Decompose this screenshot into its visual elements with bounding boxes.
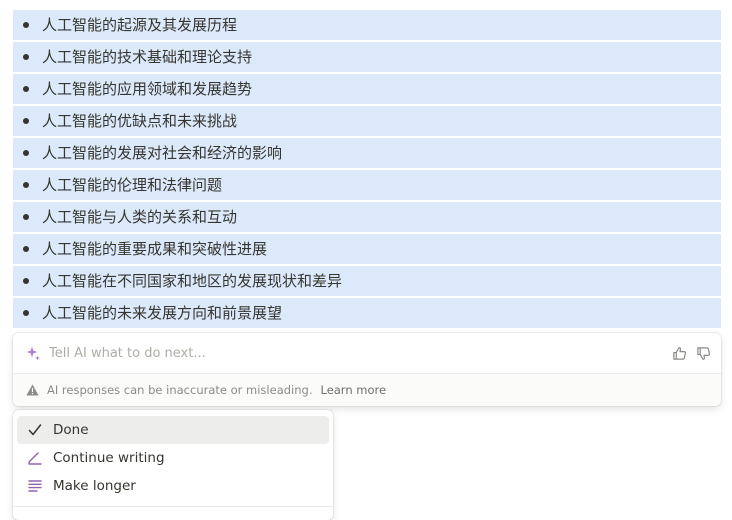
sparkle-icon: [25, 345, 41, 361]
bullet-icon: [23, 54, 29, 60]
learn-more-link[interactable]: Learn more: [320, 383, 386, 397]
ai-disclaimer-text: AI responses can be inaccurate or mislea…: [47, 383, 313, 397]
menu-item-label: Done: [53, 422, 89, 438]
list-item[interactable]: 人工智能的应用领域和发展趋势: [13, 74, 721, 104]
list-item[interactable]: 人工智能与人类的关系和互动: [13, 202, 721, 232]
bullet-list: 人工智能的起源及其发展历程 人工智能的技术基础和理论支持 人工智能的应用领域和发…: [13, 10, 721, 330]
bullet-icon: [23, 246, 29, 252]
list-item-text: 人工智能的重要成果和突破性进展: [42, 240, 268, 258]
bullet-icon: [23, 150, 29, 156]
thumbs-up-icon[interactable]: [671, 345, 687, 361]
ai-prompt-input[interactable]: [49, 345, 671, 361]
ai-actions-menu: Done Continue writing Make longer: [13, 410, 333, 520]
list-item[interactable]: 人工智能的重要成果和突破性进展: [13, 234, 721, 264]
list-item[interactable]: 人工智能的技术基础和理论支持: [13, 42, 721, 72]
list-item[interactable]: 人工智能的优缺点和未来挑战: [13, 106, 721, 136]
warning-icon: [26, 384, 39, 396]
list-item-text: 人工智能与人类的关系和互动: [42, 208, 238, 226]
bullet-icon: [23, 278, 29, 284]
menu-item-done[interactable]: Done: [17, 416, 329, 444]
bullet-icon: [23, 118, 29, 124]
ai-input-row: [13, 333, 721, 373]
list-item-text: 人工智能的发展对社会和经济的影响: [42, 144, 283, 162]
bullet-icon: [23, 310, 29, 316]
list-item-text: 人工智能的起源及其发展历程: [42, 16, 238, 34]
ai-prompt-panel: AI responses can be inaccurate or mislea…: [13, 333, 721, 406]
bullet-icon: [23, 22, 29, 28]
feedback-buttons: [671, 345, 711, 361]
list-item[interactable]: 人工智能在不同国家和地区的发展现状和差异: [13, 266, 721, 296]
menu-item-label: Make longer: [53, 478, 136, 494]
list-item-text: 人工智能的应用领域和发展趋势: [42, 80, 253, 98]
thumbs-down-icon[interactable]: [695, 345, 711, 361]
pen-icon: [27, 450, 43, 466]
bullet-icon: [23, 86, 29, 92]
list-item[interactable]: 人工智能的发展对社会和经济的影响: [13, 138, 721, 168]
lines-icon: [27, 478, 43, 494]
list-item[interactable]: 人工智能的伦理和法律问题: [13, 170, 721, 200]
menu-item-make-longer[interactable]: Make longer: [17, 472, 329, 500]
menu-item-continue-writing[interactable]: Continue writing: [17, 444, 329, 472]
list-item-text: 人工智能的技术基础和理论支持: [42, 48, 253, 66]
bullet-icon: [23, 214, 29, 220]
bullet-icon: [23, 182, 29, 188]
list-item-text: 人工智能在不同国家和地区的发展现状和差异: [42, 272, 343, 290]
ai-disclaimer-bar: AI responses can be inaccurate or mislea…: [13, 373, 721, 406]
list-item-text: 人工智能的伦理和法律问题: [42, 176, 223, 194]
list-item[interactable]: 人工智能的起源及其发展历程: [13, 10, 721, 40]
list-item[interactable]: 人工智能的未来发展方向和前景展望: [13, 298, 721, 328]
menu-item-label: Continue writing: [53, 450, 165, 466]
list-item-text: 人工智能的优缺点和未来挑战: [42, 112, 238, 130]
check-icon: [27, 422, 43, 438]
menu-divider: [13, 506, 333, 507]
list-item-text: 人工智能的未来发展方向和前景展望: [42, 304, 283, 322]
